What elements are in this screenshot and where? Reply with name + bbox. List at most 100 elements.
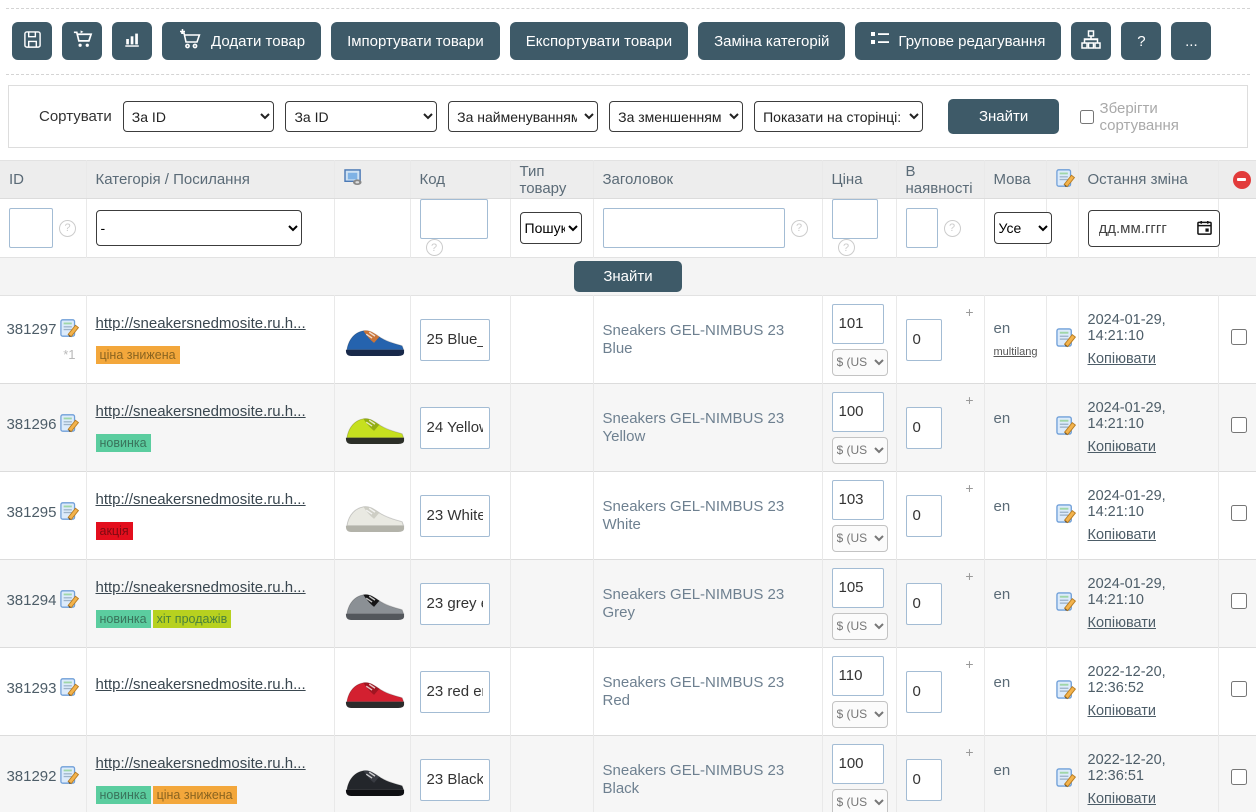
- product-code-input[interactable]: [420, 407, 490, 449]
- product-stock-input[interactable]: [906, 671, 942, 713]
- edit-note-icon[interactable]: [1056, 335, 1077, 352]
- copy-link[interactable]: Копіювати: [1088, 615, 1157, 631]
- import-products-button[interactable]: Імпортувати товари: [331, 22, 500, 60]
- export-products-button[interactable]: Експортувати товари: [510, 22, 688, 60]
- category-cell: http://sneakersnedmosite.ru.h... новинка: [86, 384, 334, 472]
- edit-note-icon[interactable]: [1056, 599, 1077, 616]
- filter-category-select[interactable]: -: [96, 210, 302, 246]
- table-find-button[interactable]: Знайти: [574, 261, 682, 292]
- edit-product-icon[interactable]: [60, 765, 80, 790]
- product-image[interactable]: [344, 320, 406, 360]
- copy-link[interactable]: Копіювати: [1088, 439, 1157, 455]
- save-button[interactable]: [12, 22, 52, 60]
- product-code-input[interactable]: [420, 671, 490, 713]
- select-cell: [1218, 560, 1256, 648]
- product-image[interactable]: [344, 760, 406, 800]
- product-image[interactable]: [344, 584, 406, 624]
- save-sort-checkbox[interactable]: [1080, 110, 1093, 124]
- row-checkbox[interactable]: [1231, 769, 1247, 785]
- currency-select[interactable]: $ (US: [832, 349, 888, 376]
- product-price-input[interactable]: [832, 568, 884, 608]
- currency-select[interactable]: $ (US: [832, 613, 888, 640]
- multilang-link[interactable]: multilang: [994, 346, 1038, 358]
- filter-code-input[interactable]: [420, 199, 488, 239]
- product-code-input[interactable]: [420, 759, 490, 801]
- product-image[interactable]: [344, 496, 406, 536]
- currency-select[interactable]: $ (US: [832, 525, 888, 552]
- lang-cell: en multilang: [984, 296, 1046, 384]
- sort-select-1[interactable]: За ID: [123, 101, 275, 132]
- sort-select-2[interactable]: За ID: [285, 101, 437, 132]
- product-price-input[interactable]: [832, 304, 884, 344]
- product-image[interactable]: [344, 672, 406, 712]
- edit-product-icon[interactable]: [60, 413, 80, 438]
- row-checkbox[interactable]: [1231, 593, 1247, 609]
- edit-note-icon[interactable]: [1056, 687, 1077, 704]
- increment-stock[interactable]: +: [965, 304, 973, 320]
- product-title: Sneakers GEL-NIMBUS 23 White: [603, 498, 785, 533]
- product-link[interactable]: http://sneakersnedmosite.ru.h...: [96, 403, 306, 420]
- increment-stock[interactable]: +: [965, 744, 973, 760]
- product-link[interactable]: http://sneakersnedmosite.ru.h...: [96, 315, 306, 332]
- product-stock-input[interactable]: [906, 583, 942, 625]
- increment-stock[interactable]: +: [965, 480, 973, 496]
- help-button[interactable]: ?: [1121, 22, 1161, 60]
- currency-select[interactable]: $ (US: [832, 701, 888, 728]
- product-link[interactable]: http://sneakersnedmosite.ru.h...: [96, 491, 306, 508]
- per-page-select[interactable]: Показати на сторінці:: [754, 101, 923, 132]
- row-checkbox[interactable]: [1231, 505, 1247, 521]
- product-stock-input[interactable]: [906, 495, 942, 537]
- product-price-input[interactable]: [832, 656, 884, 696]
- add-product-button[interactable]: Додати товар: [162, 22, 321, 60]
- edit-product-icon[interactable]: [60, 318, 80, 343]
- product-price-input[interactable]: [832, 392, 884, 432]
- sort-find-button[interactable]: Знайти: [948, 99, 1059, 134]
- product-price-input[interactable]: [832, 480, 884, 520]
- edit-note-icon[interactable]: [1056, 511, 1077, 528]
- product-code-input[interactable]: [420, 583, 490, 625]
- currency-select[interactable]: $ (US: [832, 789, 888, 812]
- sitemap-button[interactable]: [1071, 22, 1111, 60]
- filter-title-input[interactable]: [603, 208, 785, 248]
- edit-product-icon[interactable]: [60, 589, 80, 614]
- product-code-input[interactable]: [420, 319, 490, 361]
- increment-stock[interactable]: +: [965, 568, 973, 584]
- copy-link[interactable]: Копіювати: [1088, 527, 1157, 543]
- edit-note-icon[interactable]: [1056, 423, 1077, 440]
- copy-link[interactable]: Копіювати: [1088, 703, 1157, 719]
- category-cell: http://sneakersnedmosite.ru.h... ціна зн…: [86, 296, 334, 384]
- sort-select-4[interactable]: За зменшенням: [609, 101, 743, 132]
- currency-select[interactable]: $ (US: [832, 437, 888, 464]
- more-button[interactable]: ...: [1171, 22, 1211, 60]
- filter-lang-select[interactable]: Усе: [994, 212, 1052, 244]
- product-link[interactable]: http://sneakersnedmosite.ru.h...: [96, 676, 306, 693]
- filter-price-input[interactable]: [832, 199, 878, 239]
- stats-button[interactable]: [112, 22, 152, 60]
- replace-categories-button[interactable]: Заміна категорій: [698, 22, 845, 60]
- filter-stock-input[interactable]: [906, 208, 938, 248]
- product-stock-input[interactable]: [906, 407, 942, 449]
- product-link[interactable]: http://sneakersnedmosite.ru.h...: [96, 579, 306, 596]
- row-checkbox[interactable]: [1231, 417, 1247, 433]
- copy-link[interactable]: Копіювати: [1088, 791, 1157, 807]
- filter-type-select[interactable]: Пошук: [520, 212, 582, 244]
- edit-product-icon[interactable]: [60, 501, 80, 526]
- row-checkbox[interactable]: [1231, 681, 1247, 697]
- product-price-input[interactable]: [832, 744, 884, 784]
- cart-button[interactable]: [62, 22, 102, 60]
- sort-select-3[interactable]: За найменуванням: [448, 101, 598, 132]
- product-stock-input[interactable]: [906, 759, 942, 801]
- product-image[interactable]: [344, 408, 406, 448]
- row-checkbox[interactable]: [1231, 329, 1247, 345]
- increment-stock[interactable]: +: [965, 392, 973, 408]
- product-stock-input[interactable]: [906, 319, 942, 361]
- edit-note-icon[interactable]: [1056, 775, 1077, 792]
- increment-stock[interactable]: +: [965, 656, 973, 672]
- product-link[interactable]: http://sneakersnedmosite.ru.h...: [96, 755, 306, 772]
- bulk-edit-button[interactable]: Групове редагування: [855, 22, 1061, 60]
- copy-link[interactable]: Копіювати: [1088, 351, 1157, 367]
- filter-id-input[interactable]: [9, 208, 53, 248]
- deselect-all-icon[interactable]: [1233, 171, 1251, 189]
- product-code-input[interactable]: [420, 495, 490, 537]
- edit-product-icon[interactable]: [60, 677, 80, 702]
